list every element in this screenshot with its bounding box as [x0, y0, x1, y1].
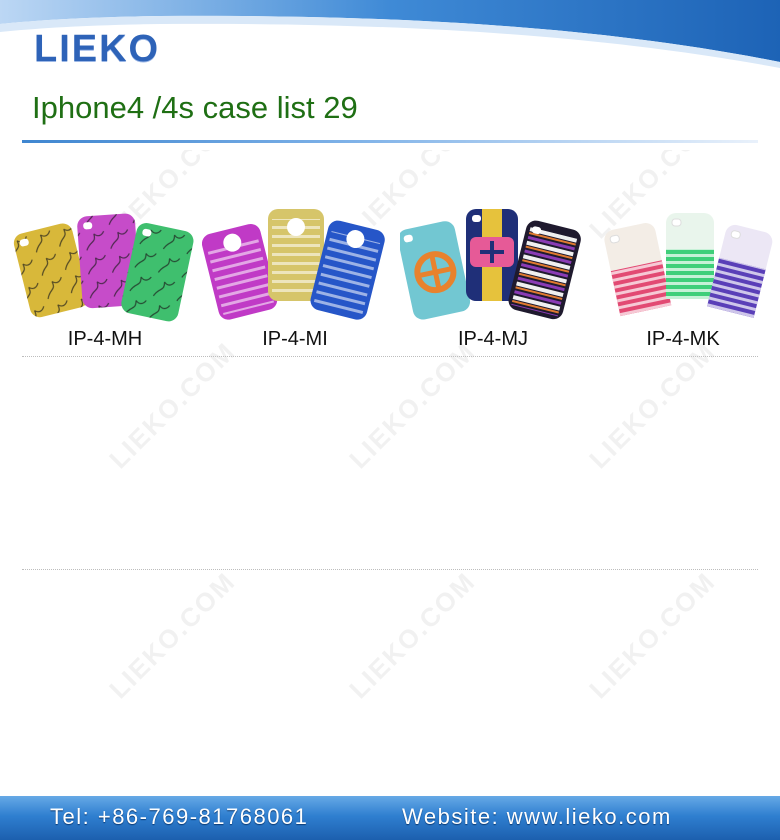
- row-divider: [22, 356, 758, 357]
- brand-logo: LIEKO: [34, 28, 161, 70]
- product-code: IP-4-MJ: [458, 328, 528, 350]
- row-divider: [22, 569, 758, 570]
- footer-website: Website: www.lieko.com: [402, 804, 672, 829]
- footer-phone: Tel: +86-769-81768061: [50, 804, 309, 829]
- watermark-text: LIEKO.COM: [583, 566, 722, 705]
- watermark-text: LIEKO.COM: [103, 566, 242, 705]
- watermark-text: LIEKO.COM: [343, 566, 482, 705]
- title-underline: [22, 140, 758, 143]
- product-code: IP-4-MK: [646, 328, 720, 350]
- product-code: IP-4-MH: [67, 328, 143, 350]
- product-code: IP-4-MI: [262, 328, 328, 350]
- page-title: Iphone4 /4s case list 29: [32, 90, 358, 125]
